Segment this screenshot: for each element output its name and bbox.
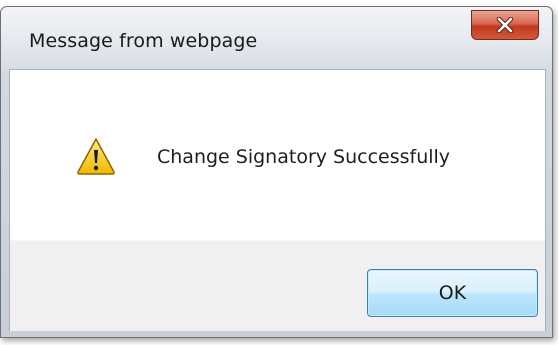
close-button[interactable] <box>471 10 539 40</box>
dialog-title: Message from webpage <box>29 30 258 52</box>
button-bar: OK <box>10 240 545 331</box>
message-area: Change Signatory Successfully <box>10 70 545 240</box>
dialog-content: Change Signatory Successfully OK <box>9 69 546 331</box>
screen: Message from webpage Change Signatory Su… <box>0 0 559 345</box>
dialog-message: Change Signatory Successfully <box>157 146 451 168</box>
dialog-titlebar[interactable]: Message from webpage <box>1 7 552 71</box>
close-icon <box>496 17 514 33</box>
ok-button[interactable]: OK <box>367 269 538 317</box>
message-dialog: Message from webpage Change Signatory Su… <box>0 6 553 338</box>
warning-icon <box>77 138 115 175</box>
